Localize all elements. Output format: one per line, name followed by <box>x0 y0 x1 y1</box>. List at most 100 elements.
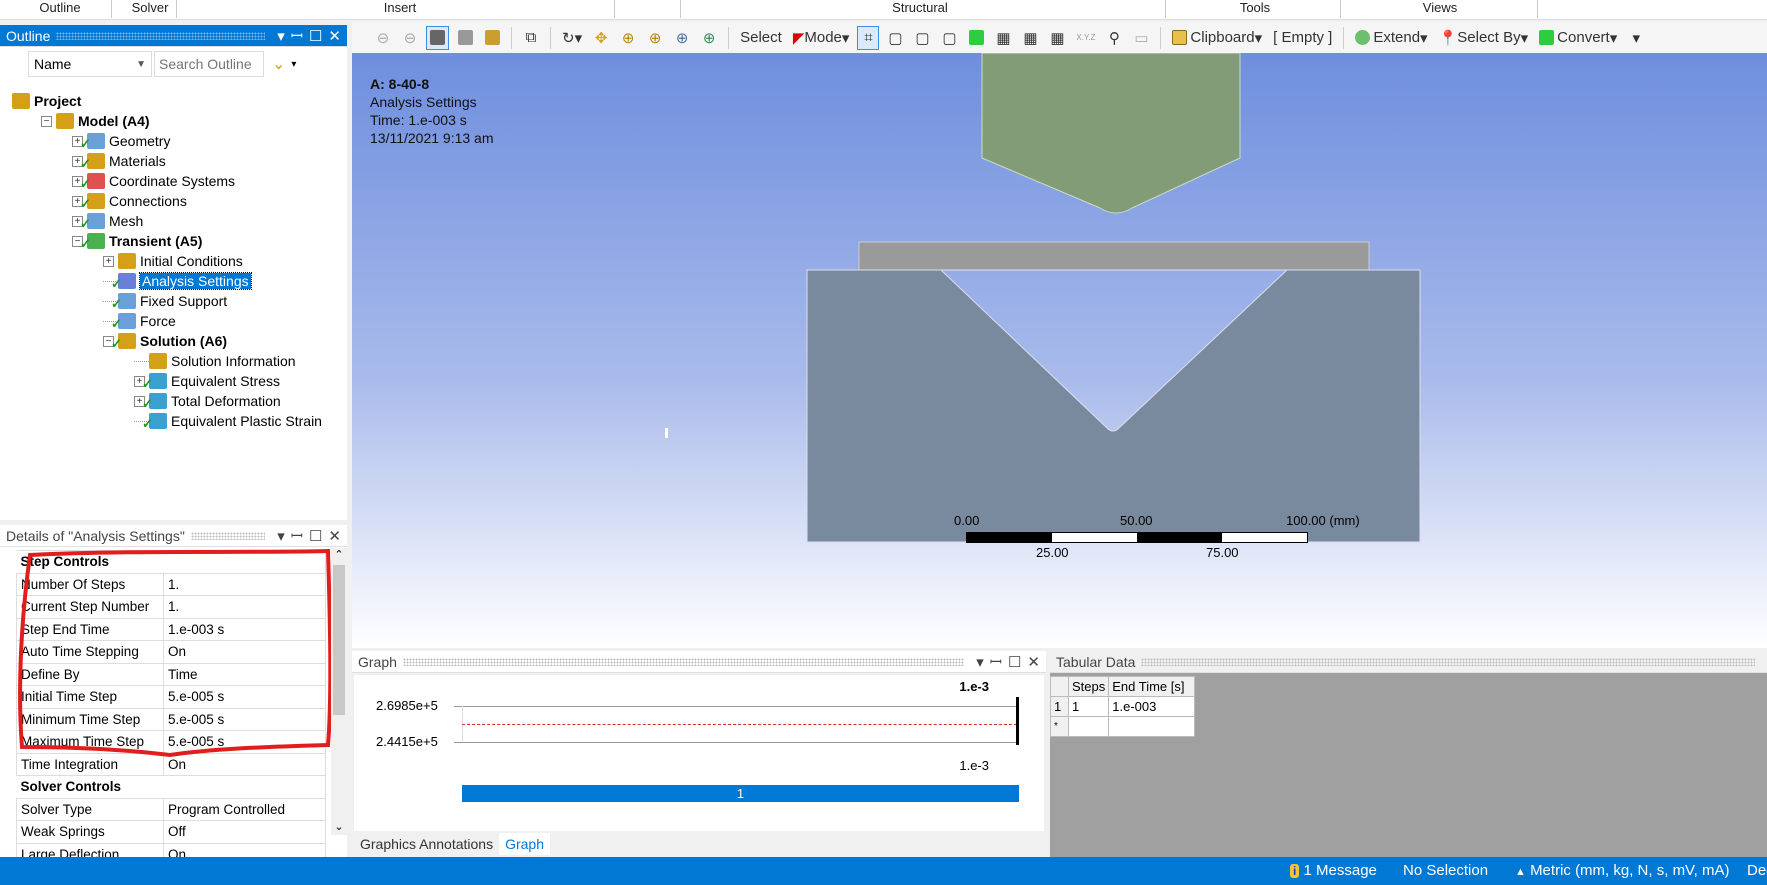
scroll-thumb[interactable] <box>333 565 345 715</box>
tree-node[interactable]: + ✓ Mesh <box>0 211 347 231</box>
select-vertex-icon[interactable]: ⌗ <box>857 25 880 50</box>
tree-node[interactable]: ✓ Force <box>0 311 347 331</box>
table-row[interactable]: 1 1 1.e-003 <box>1050 696 1196 717</box>
col-end-time: End Time [s] <box>1108 676 1196 697</box>
scroll-up-icon[interactable]: ⌃ <box>331 548 347 561</box>
maximize-icon[interactable]: ☐ <box>309 527 322 545</box>
close-icon[interactable]: ✕ <box>328 527 341 545</box>
toolbar-overflow-icon[interactable]: ▾ <box>1625 26 1647 50</box>
extend-icon <box>1355 30 1371 45</box>
property-value[interactable]: Program Controlled <box>163 797 326 821</box>
maximize-icon[interactable]: ☐ <box>1008 653 1021 671</box>
expand-icon[interactable]: ⧉ <box>520 26 542 50</box>
extend-button[interactable]: Extend ▾ <box>1352 26 1430 50</box>
select-mesh-element-icon[interactable]: ▦ <box>1019 26 1041 50</box>
zoom-icon[interactable]: ⊕ <box>617 26 639 50</box>
annotation-icon[interactable]: ▭ <box>1130 26 1152 50</box>
rotate-icon[interactable]: ↻▾ <box>559 26 585 50</box>
close-icon[interactable]: ✕ <box>328 27 341 45</box>
tree-node[interactable]: + ✓ Geometry <box>0 131 347 151</box>
tree-node-label: Project <box>34 93 82 109</box>
expand-toggle-icon[interactable]: − <box>41 115 52 127</box>
tree-node[interactable]: − ✓ Solution (A6) <box>0 331 347 351</box>
checkmark-icon: ✓ <box>80 216 91 231</box>
label-icon[interactable]: ⚲ <box>1103 26 1125 50</box>
search-outline-input[interactable] <box>154 51 264 77</box>
tree-node-icon: ✓ <box>80 173 105 191</box>
close-icon[interactable]: ✕ <box>1027 653 1040 671</box>
tree-node[interactable]: + ✓ Connections <box>0 191 347 211</box>
pan-icon[interactable]: ✥ <box>590 26 612 50</box>
tree-node[interactable]: Project <box>0 91 347 111</box>
select-edge-icon[interactable]: ▢ <box>884 26 906 50</box>
table-row-new[interactable]: * <box>1050 716 1196 737</box>
details-category[interactable]: −Solver Controls <box>16 775 326 799</box>
tree-node[interactable]: − ✓ Transient (A5) <box>0 231 347 251</box>
select-mesh-node-icon[interactable]: ▦ <box>992 26 1014 50</box>
clipboard-button[interactable]: Clipboard ▾ <box>1169 26 1265 50</box>
select-by-button[interactable]: 📍 Select By ▾ <box>1436 26 1532 50</box>
red-annotation-outline <box>18 548 333 758</box>
tree-node[interactable]: ✓ Analysis Settings <box>0 271 347 291</box>
location-pin-icon: 📍 <box>1438 29 1458 47</box>
time-cursor[interactable] <box>1016 697 1019 745</box>
hide-bodies-icon[interactable] <box>481 26 503 50</box>
select-element-icon[interactable] <box>965 26 987 50</box>
graphics-viewport[interactable]: A: 8-40-8 Analysis Settings Time: 1.e-00… <box>352 53 1767 648</box>
property-value[interactable]: Off <box>163 820 326 844</box>
outline-filter-select[interactable]: Name ▼ <box>28 51 152 77</box>
tree-node[interactable]: + ✓ Coordinate Systems <box>0 171 347 191</box>
graph-title: Graph <box>358 653 397 670</box>
step-bar[interactable]: 1 <box>462 785 1019 802</box>
tree-node-icon: ✓ <box>142 413 167 431</box>
dropdown-icon[interactable]: ▾ <box>277 527 285 545</box>
expand-toggle-icon[interactable]: + <box>103 255 114 267</box>
box-zoom-icon[interactable]: ⊕ <box>644 26 666 50</box>
tree-node[interactable]: + ✓ Total Deformation <box>0 391 347 411</box>
details-scrollbar[interactable]: ⌃ ⌄ <box>331 548 347 835</box>
ribbon-group-tools: Tools <box>1239 0 1271 15</box>
graph-area[interactable]: 1.e-3 2.6985e+5 2.4415e+5 1.e-3 1 <box>354 675 1044 831</box>
maximize-icon[interactable]: ☐ <box>309 27 322 45</box>
coordinate-xyz-icon[interactable]: X.Y.Z <box>1073 26 1098 50</box>
pin-icon[interactable]: ꟷ <box>291 526 303 546</box>
convert-button[interactable]: Convert ▾ <box>1536 26 1620 50</box>
units-button[interactable]: ▲ Metric (mm, kg, N, s, mV, mA) <box>1515 862 1730 879</box>
messages-button[interactable]: i 1 Message <box>1290 862 1377 879</box>
tree-node[interactable]: ✓ Fixed Support <box>0 291 347 311</box>
tab-graph[interactable]: Graph <box>499 833 551 855</box>
filter-chevron-icon[interactable]: ⌄ <box>272 54 285 74</box>
ribbon-group-solver[interactable]: Solver <box>125 0 175 15</box>
shaded-icon[interactable] <box>454 26 476 50</box>
clipboard-status: [ Empty ] <box>1273 29 1333 46</box>
pin-icon[interactable]: ꟷ <box>291 26 303 46</box>
select-mesh-face-icon[interactable]: ▦ <box>1046 26 1068 50</box>
dropdown-icon[interactable]: ▾ <box>277 27 285 45</box>
details-row[interactable]: Solver Type Program Controlled <box>16 797 326 821</box>
zoom-next-icon[interactable]: ⊖ <box>399 26 421 50</box>
select-mode-button[interactable]: ◤ Mode ▾ <box>790 26 853 50</box>
magnifier-icon[interactable]: ⊕ <box>698 26 720 50</box>
tree-node-label: Analysis Settings <box>139 272 252 290</box>
dropdown-icon[interactable]: ▾ <box>976 653 984 671</box>
tree-node-label: Transient (A5) <box>109 233 203 249</box>
tab-graphics-annotations[interactable]: Graphics Annotations <box>354 833 499 855</box>
ribbon-group-structural: Structural <box>892 0 948 15</box>
tree-node[interactable]: − Model (A4) <box>0 111 347 131</box>
convert-icon <box>1539 30 1555 45</box>
tree-node[interactable]: Solution Information <box>0 351 347 371</box>
body-select-icon[interactable] <box>426 25 449 50</box>
zoom-previous-icon[interactable]: ⊖ <box>372 26 394 50</box>
scroll-down-icon[interactable]: ⌄ <box>331 820 347 833</box>
pin-icon[interactable]: ꟷ <box>990 652 1002 672</box>
select-body-icon[interactable]: ▢ <box>938 26 960 50</box>
select-face-icon[interactable]: ▢ <box>911 26 933 50</box>
tree-node[interactable]: + Initial Conditions <box>0 251 347 271</box>
filter-options-icon[interactable]: ▾ <box>291 59 296 70</box>
zoom-to-fit-icon[interactable]: ⊕ <box>671 26 693 50</box>
property-name: Weak Springs <box>16 820 164 844</box>
tree-node[interactable]: ✓ Equivalent Plastic Strain <box>0 411 347 431</box>
details-row[interactable]: Weak Springs Off <box>16 820 326 844</box>
tree-node[interactable]: + ✓ Equivalent Stress <box>0 371 347 391</box>
tree-node[interactable]: + ✓ Materials <box>0 151 347 171</box>
